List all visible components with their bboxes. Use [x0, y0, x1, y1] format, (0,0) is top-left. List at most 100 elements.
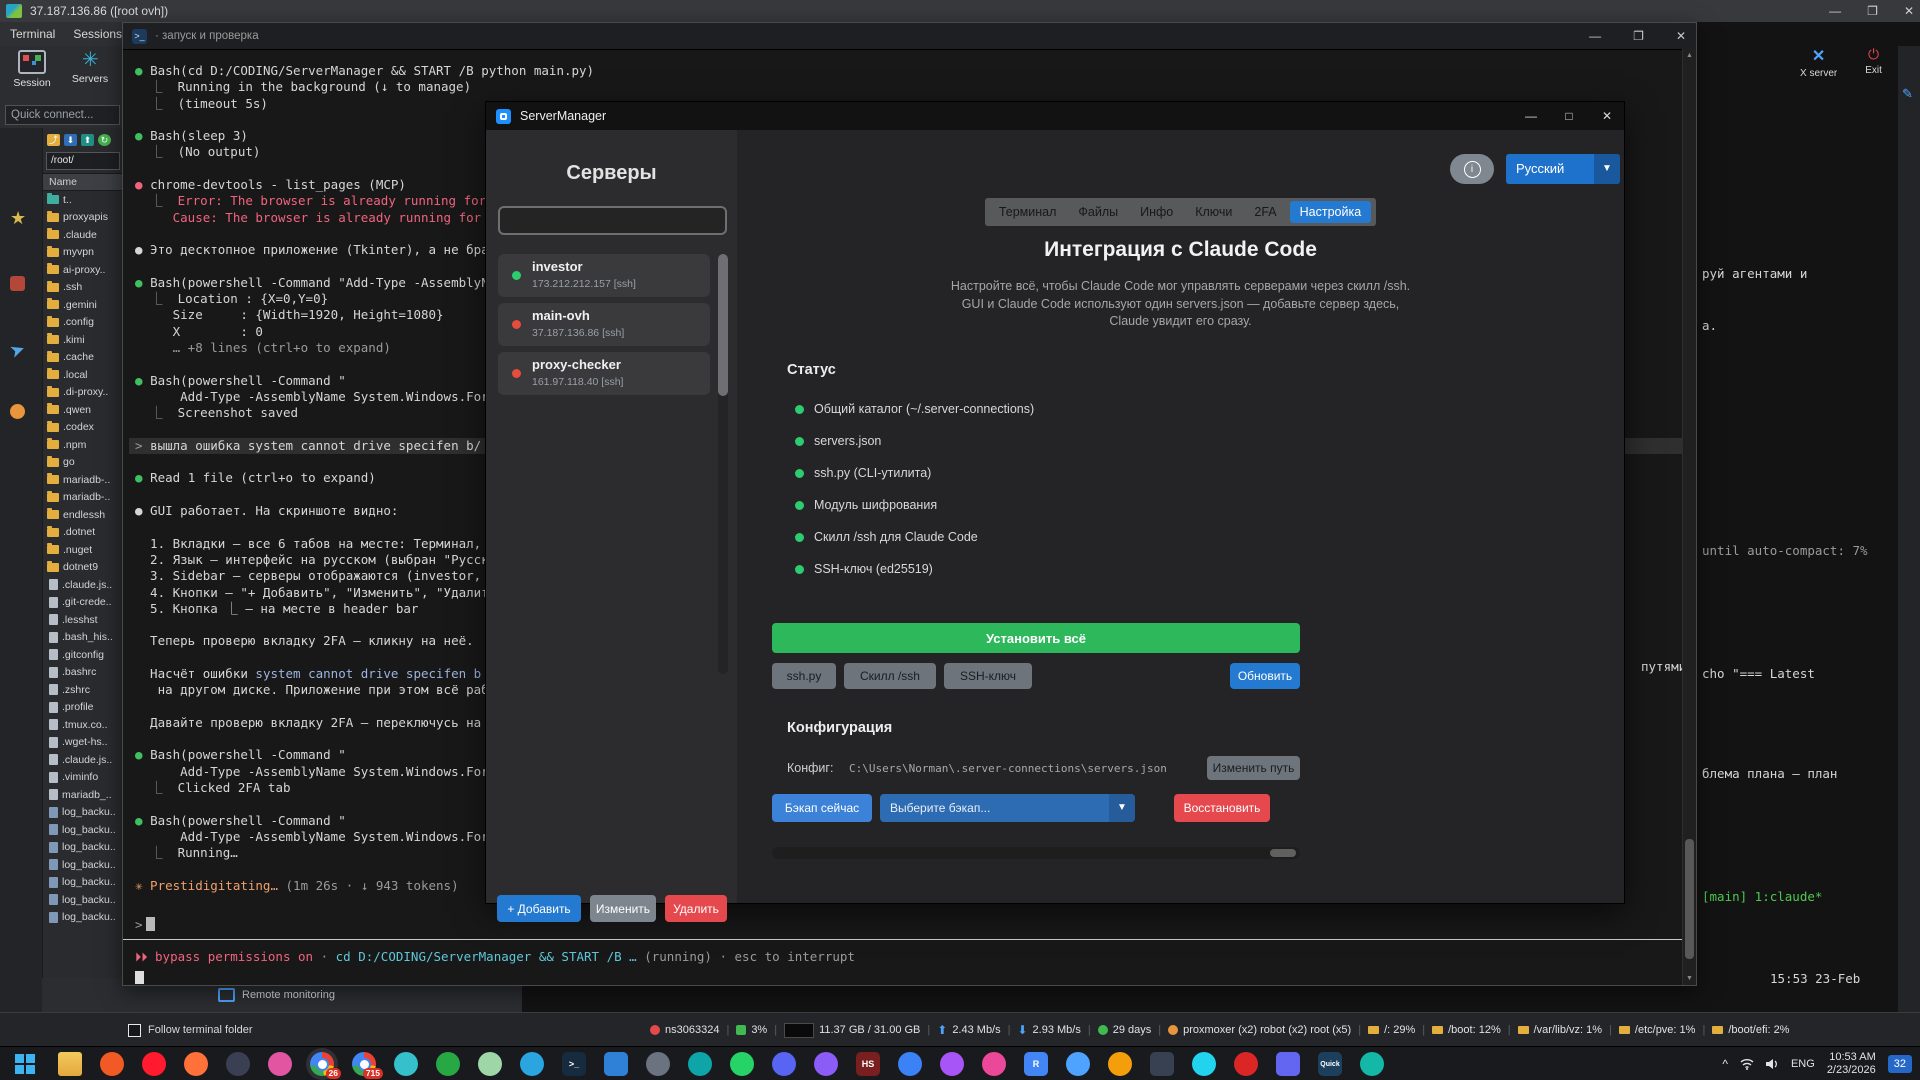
tab-терминал[interactable]: Терминал: [990, 202, 1066, 222]
background-text-fragment: блема плана — план: [1702, 766, 1838, 781]
x-server-button[interactable]: ✕ X server: [1800, 46, 1837, 79]
taskbar-discord-app[interactable]: [772, 1052, 796, 1076]
scroll-up-icon[interactable]: ▲: [1683, 52, 1696, 59]
volume-icon[interactable]: [1765, 1058, 1779, 1070]
edit-server-button[interactable]: Изменить: [590, 895, 656, 922]
tray-date: 2/23/2026: [1826, 1064, 1876, 1076]
tab-настройка[interactable]: Настройка: [1289, 201, 1372, 223]
taskbar-orange-app[interactable]: [1108, 1052, 1132, 1076]
taskbar-indigo-app[interactable]: [1276, 1052, 1300, 1076]
info-button[interactable]: i: [1450, 154, 1494, 184]
background-text-fragment: until auto-compact: 7%: [1702, 543, 1868, 558]
delete-server-button[interactable]: Удалить: [665, 895, 727, 922]
minimize-button[interactable]: —: [1514, 102, 1548, 130]
start-button[interactable]: [12, 1051, 38, 1077]
component-button--ssh[interactable]: Скилл /ssh: [844, 663, 936, 689]
maximize-button[interactable]: ❐: [1633, 29, 1644, 43]
taskbar-pink-app[interactable]: [982, 1052, 1006, 1076]
pencil-icon[interactable]: ✎: [1902, 86, 1913, 102]
scrollbar-thumb[interactable]: [1270, 849, 1296, 857]
refresh-button[interactable]: Обновить: [1230, 663, 1300, 689]
taskbar-cyan-app[interactable]: [1192, 1052, 1216, 1076]
arrow-icon: ⬆: [937, 1023, 948, 1037]
taskbar-paint-app[interactable]: [1360, 1052, 1384, 1076]
taskbar-vscode-app[interactable]: [604, 1052, 628, 1076]
taskbar-blue-app[interactable]: [898, 1052, 922, 1076]
taskbar-gray-app[interactable]: [646, 1052, 670, 1076]
scroll-down-icon[interactable]: ▼: [1683, 975, 1696, 982]
shield-icon: [1097, 1025, 1108, 1035]
server-card-main-ovh[interactable]: main-ovh 37.187.136.86 [ssh]: [498, 303, 710, 346]
terminal-prompt-input[interactable]: >: [123, 909, 1683, 940]
keyboard-language[interactable]: ENG: [1791, 1058, 1815, 1070]
server-list-scrollbar[interactable]: [718, 254, 728, 674]
server-card-proxy-checker[interactable]: proxy-checker 161.97.118.40 [ssh]: [498, 352, 710, 395]
servermanager-title: ServerManager: [520, 109, 607, 123]
language-dropdown[interactable]: Русский ▼: [1506, 154, 1620, 184]
monitor-disk: /boot: 12%: [1432, 1024, 1501, 1036]
install-all-button[interactable]: Установить всё: [772, 623, 1300, 653]
add-server-button[interactable]: + Добавить: [497, 895, 581, 922]
terminal-status-line: ⏵⏵ bypass permissions on · cd D:/CODING/…: [135, 949, 855, 964]
taskbar-teal-app[interactable]: [688, 1052, 712, 1076]
tab-ключи[interactable]: Ключи: [1186, 202, 1241, 222]
disk-icon: [1517, 1026, 1529, 1034]
taskbar-file-explorer[interactable]: [58, 1052, 82, 1076]
taskbar-photos-app[interactable]: [268, 1052, 292, 1076]
terminal-scrollbar[interactable]: ▲ ▼: [1682, 49, 1696, 985]
tab-файлы[interactable]: Файлы: [1069, 202, 1127, 222]
tab-2fa[interactable]: 2FA: [1245, 202, 1285, 222]
taskbar-opera-browser[interactable]: [142, 1052, 166, 1076]
taskbar-mail-app[interactable]: [1066, 1052, 1090, 1076]
taskbar-telegram-app[interactable]: [520, 1052, 544, 1076]
servermanager-main-panel: i Русский ▼ Терминал Файлы Инфо Ключи 2FA Нас…: [737, 130, 1624, 903]
monitor-icon: [218, 988, 235, 1002]
scrollbar-thumb[interactable]: [718, 254, 728, 396]
monitor-users: proxmoxer (x2) robot (x2) root (x5): [1168, 1024, 1351, 1036]
restore-button[interactable]: Восстановить: [1174, 794, 1270, 822]
taskbar-green-app[interactable]: [436, 1052, 460, 1076]
component-button-ssh-[interactable]: SSH-ключ: [944, 663, 1032, 689]
taskbar-red-app[interactable]: [1234, 1052, 1258, 1076]
component-button-ssh-py[interactable]: ssh.py: [772, 663, 836, 689]
tray-chevron-icon[interactable]: ^: [1722, 1057, 1728, 1071]
taskbar-quick-share[interactable]: Quick: [1318, 1052, 1342, 1076]
cursor-block: [145, 917, 155, 931]
taskbar-firefox-browser[interactable]: [184, 1052, 208, 1076]
taskbar-notepad-app[interactable]: [478, 1052, 502, 1076]
close-button[interactable]: ✕: [1590, 102, 1624, 130]
exit-button[interactable]: ⏻ Exit: [1865, 46, 1882, 79]
horizontal-scrollbar[interactable]: [772, 847, 1300, 859]
server-card-investor[interactable]: investor 173.212.212.157 [ssh]: [498, 254, 710, 297]
taskbar-brave-browser[interactable]: [100, 1052, 124, 1076]
tab-инфо[interactable]: Инфо: [1131, 202, 1182, 222]
taskbar-purple-app[interactable]: [814, 1052, 838, 1076]
scrollbar-thumb[interactable]: [1685, 839, 1694, 959]
taskbar-dark-app[interactable]: [1150, 1052, 1174, 1076]
c-green-icon: [736, 1025, 747, 1035]
taskbar-hs-app[interactable]: HS: [856, 1052, 880, 1076]
server-name: main-ovh: [532, 308, 590, 323]
taskbar-tor-browser[interactable]: [226, 1052, 250, 1076]
network-icon[interactable]: [1740, 1058, 1754, 1070]
taskbar-chrome-browser[interactable]: 26: [310, 1052, 341, 1079]
server-search-input[interactable]: [498, 206, 727, 235]
change-path-button[interactable]: Изменить путь: [1207, 756, 1300, 780]
taskbar-edge-browser[interactable]: [394, 1052, 418, 1076]
taskbar-rstudio-app[interactable]: R: [1024, 1052, 1048, 1076]
taskbar-windows-terminal[interactable]: >_: [562, 1052, 586, 1076]
taskbar-flask-app[interactable]: [940, 1052, 964, 1076]
checkbox-icon[interactable]: [128, 1023, 141, 1037]
close-button[interactable]: ✕: [1676, 29, 1686, 43]
chevron-down-icon: ▼: [1109, 794, 1135, 822]
follow-terminal-folder[interactable]: Follow terminal folder: [128, 1013, 253, 1047]
taskbar-whatsapp-app[interactable]: [730, 1052, 754, 1076]
backup-select-dropdown[interactable]: Выберите бэкап... ▼: [880, 794, 1135, 822]
backup-now-button[interactable]: Бэкап сейчас: [772, 794, 872, 822]
status-item: Модуль шифрования: [795, 498, 937, 512]
taskbar-chrome-profile-2[interactable]: 715: [352, 1052, 383, 1079]
notification-count-badge[interactable]: 32: [1887, 1055, 1912, 1073]
maximize-button[interactable]: □: [1552, 102, 1586, 130]
clock[interactable]: 10:53 AM 2/23/2026: [1827, 1051, 1876, 1077]
minimize-button[interactable]: —: [1589, 29, 1601, 43]
